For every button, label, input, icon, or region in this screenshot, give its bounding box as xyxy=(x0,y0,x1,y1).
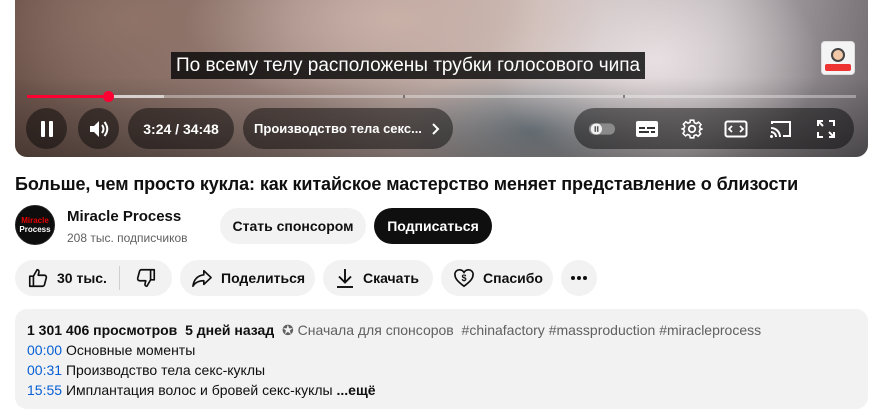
chapter-divider xyxy=(403,95,405,98)
fullscreen-button[interactable] xyxy=(812,115,840,143)
chapter-title: Производство тела секс... xyxy=(254,121,422,136)
chapter-label: Производство тела секс-куклы xyxy=(65,362,266,378)
upload-date: 5 дней назад xyxy=(185,322,275,338)
chapter-timestamp[interactable]: 00:00 xyxy=(27,342,62,358)
theater-mode-button[interactable] xyxy=(722,115,750,143)
thanks-label: Спасибо xyxy=(483,270,543,286)
download-label: Скачать xyxy=(363,270,419,286)
gear-icon xyxy=(680,118,703,139)
theater-mode-icon xyxy=(724,120,748,137)
chapter-button[interactable]: Производство тела секс... xyxy=(243,108,453,149)
share-button[interactable]: Поделиться xyxy=(180,260,315,296)
channel-name[interactable]: Miracle Process xyxy=(67,208,181,225)
pause-button[interactable] xyxy=(26,108,67,149)
download-icon xyxy=(335,267,355,289)
sponsor-first-label: ✪ Сначала для спонсоров xyxy=(282,322,454,338)
chapter-label: Имплантация волос и бровей секс-куклы xyxy=(65,382,333,398)
more-horizontal-icon xyxy=(570,275,588,281)
share-label: Поделиться xyxy=(221,270,306,286)
subtitles-icon xyxy=(635,120,658,137)
autoplay-toggle[interactable] xyxy=(588,115,616,143)
avatar-logo-line1: Miracle xyxy=(21,216,49,225)
cast-icon xyxy=(769,120,791,138)
chapter-label: Основные моменты xyxy=(65,342,196,358)
chevron-right-icon xyxy=(432,122,440,135)
thumbs-up-icon xyxy=(27,267,49,289)
more-actions-button[interactable] xyxy=(561,260,597,296)
description-box[interactable]: 1 301 406 просмотров 5 дней назад ✪ Снач… xyxy=(15,309,868,409)
settings-button[interactable] xyxy=(678,115,706,143)
subscriber-count: 208 тыс. подписчиков xyxy=(67,231,188,245)
thumbs-down-icon xyxy=(135,267,157,289)
autoplay-toggle-icon xyxy=(589,122,616,135)
like-button[interactable]: 30 тыс. xyxy=(15,260,119,296)
video-player[interactable]: По всему телу расположены трубки голосов… xyxy=(15,0,868,157)
hashtags[interactable]: #chinafactory #massproduction #miraclepr… xyxy=(462,322,762,338)
video-title: Больше, чем просто кукла: как китайское … xyxy=(15,174,799,194)
channel-watermark-icon[interactable] xyxy=(821,41,855,75)
subscribe-button[interactable]: Подписаться xyxy=(374,208,492,244)
subtitle-caption: По всему телу расположены трубки голосов… xyxy=(171,52,646,79)
time-text: 3:24 / 34:48 xyxy=(143,120,219,137)
volume-icon xyxy=(89,120,108,137)
share-icon xyxy=(191,268,213,288)
like-count: 30 тыс. xyxy=(57,270,107,286)
right-controls xyxy=(574,108,854,149)
chapter-item: 00:31 Производство тела секс-куклы xyxy=(27,360,856,380)
svg-text:$: $ xyxy=(461,273,466,283)
subtitles-button[interactable] xyxy=(633,115,661,143)
description-meta: 1 301 406 просмотров 5 дней назад ✪ Снач… xyxy=(27,320,856,340)
progress-bar[interactable] xyxy=(27,91,856,102)
chapter-timestamp[interactable]: 00:31 xyxy=(27,362,62,378)
cast-button[interactable] xyxy=(767,115,795,143)
avatar-logo-line2: Process xyxy=(19,225,51,234)
volume-button[interactable] xyxy=(78,108,119,149)
chapter-timestamp[interactable]: 15:55 xyxy=(27,382,62,398)
view-count: 1 301 406 просмотров xyxy=(27,322,178,338)
pause-icon xyxy=(40,120,53,137)
chapter-item: 00:00 Основные моменты xyxy=(27,340,856,360)
progress-played xyxy=(27,95,109,98)
super-thanks-icon: $ xyxy=(453,268,475,288)
time-display: 3:24 / 34:48 xyxy=(128,108,234,149)
fullscreen-icon xyxy=(816,119,835,138)
chapter-divider xyxy=(623,95,625,98)
sponsor-button[interactable]: Стать спонсором xyxy=(220,208,366,244)
like-dislike-group: 30 тыс. xyxy=(15,260,172,296)
show-more-link[interactable]: ...ещё xyxy=(337,382,376,398)
thanks-button[interactable]: $ Спасибо xyxy=(441,260,553,296)
channel-avatar[interactable]: Miracle Process xyxy=(15,205,55,245)
download-button[interactable]: Скачать xyxy=(323,260,433,296)
chapter-item: 15:55 Имплантация волос и бровей секс-ку… xyxy=(27,380,856,400)
dislike-button[interactable] xyxy=(120,260,172,296)
